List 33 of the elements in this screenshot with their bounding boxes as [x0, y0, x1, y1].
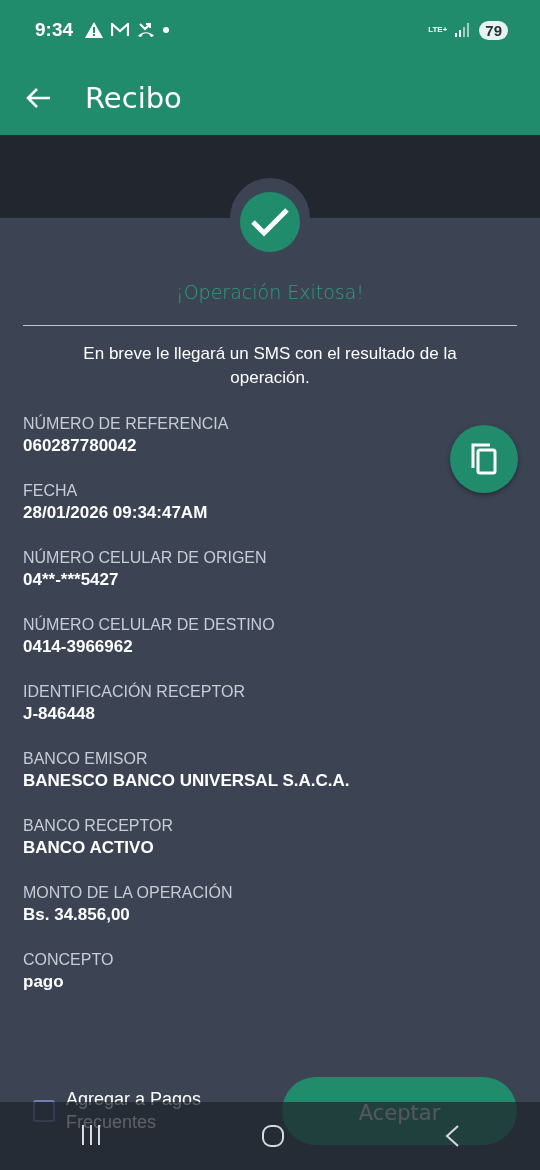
field-value: BANCO ACTIVO	[23, 837, 155, 859]
screen-title: Recibo	[85, 80, 182, 115]
field-value: 04**-***5427	[23, 569, 120, 591]
field-value: pago	[23, 971, 65, 993]
field-label: NÚMERO DE REFERENCIA	[23, 413, 230, 434]
field-value: 0414-3966962	[23, 636, 134, 658]
field-label: BANCO RECEPTOR	[23, 816, 174, 836]
back-nav-button[interactable]	[444, 1124, 461, 1148]
field-label: FECHA	[23, 481, 79, 501]
status-time: 9:34	[35, 19, 74, 41]
field-label: NÚMERO CELULAR DE ORIGEN	[23, 547, 268, 568]
field-label: BANCO EMISOR	[23, 749, 149, 769]
field-label: CONCEPTO	[23, 950, 115, 970]
field-label: MONTO DE LA OPERACIÓN	[23, 882, 234, 903]
success-message: ¡Operación Exitosa!	[175, 281, 365, 303]
field-label: NÚMERO CELULAR DE DESTINO	[23, 614, 276, 635]
home-button[interactable]	[261, 1124, 285, 1148]
warning-icon	[85, 22, 104, 38]
missed-call-icon	[137, 22, 156, 38]
network-label: LTE+	[428, 26, 448, 34]
battery-level: 79	[479, 20, 508, 40]
field-value: J-846448	[23, 703, 96, 725]
field-label: IDENTIFICACIÓN RECEPTOR	[23, 681, 246, 702]
mail-icon	[111, 23, 130, 37]
field-value: BANESCO BANCO UNIVERSAL S.A.C.A.	[23, 770, 351, 792]
signal-icon	[455, 23, 472, 37]
copy-button[interactable]	[450, 425, 518, 493]
field-value: Bs. 34.856,00	[23, 904, 131, 926]
sms-notice: En breve le llegará un SMS con el resultado de la operación.	[82, 343, 458, 389]
dot-icon	[163, 27, 170, 33]
field-value: 28/01/2026 09:34:47AM	[23, 502, 209, 524]
field-value: 060287780042	[23, 435, 138, 457]
back-button[interactable]	[25, 86, 51, 109]
